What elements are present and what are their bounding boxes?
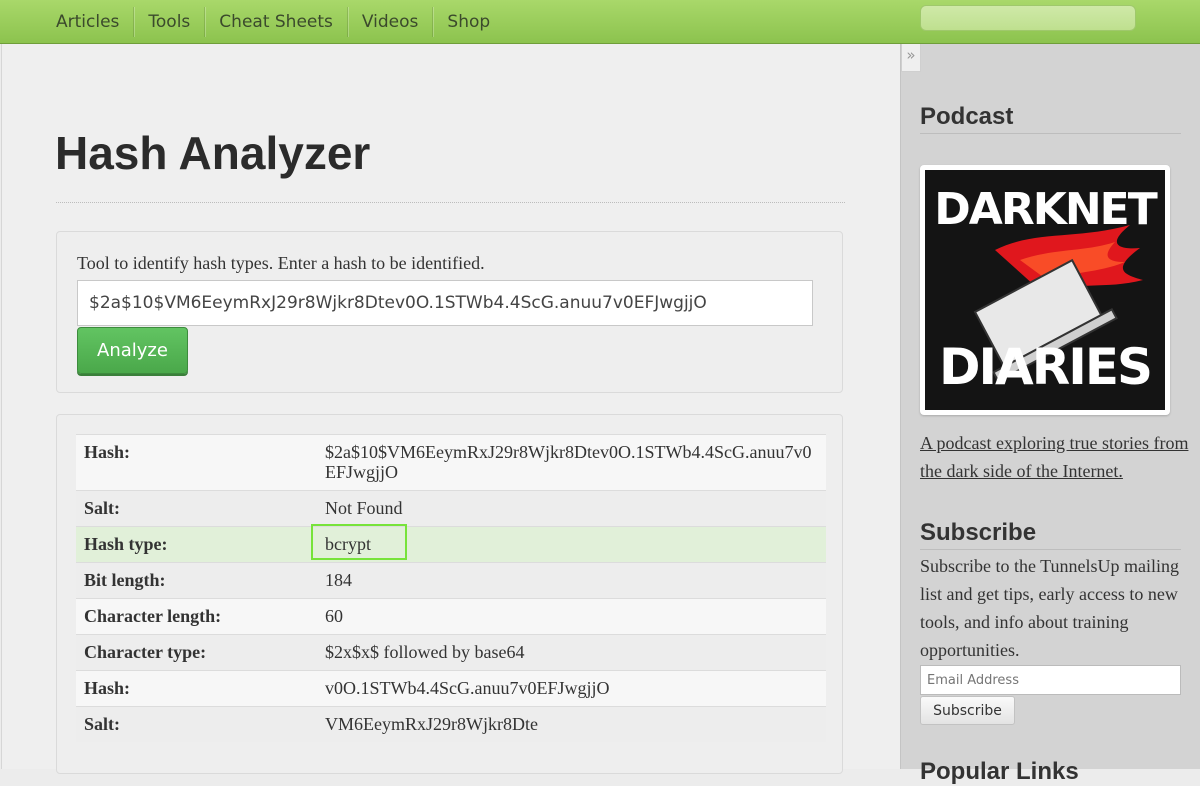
tool-description: Tool to identify hash types. Enter a has…: [77, 253, 485, 273]
row-label: Character length:: [76, 598, 317, 635]
table-row: Salt: VM6EeymRxJ29r8Wjkr8Dte: [76, 706, 826, 742]
row-label: Salt:: [76, 706, 317, 742]
row-value: v0O.1STWb4.4ScG.anuu7v0EFJwgjjO: [317, 670, 826, 707]
site-search-input[interactable]: [920, 5, 1136, 31]
results-panel: Hash: $2a$10$VM6EeymRxJ29r8Wjkr8Dtev0O.1…: [56, 414, 843, 774]
row-value: $2x$x$ followed by base64: [317, 634, 826, 671]
row-value: $2a$10$VM6EeymRxJ29r8Wjkr8Dtev0O.1STWb4.…: [325, 442, 812, 482]
podcast-heading: Podcast: [920, 103, 1181, 134]
podcast-logo: DARKNET DIARIES: [925, 170, 1165, 410]
nav-articles[interactable]: Articles: [42, 7, 135, 37]
nav-shop[interactable]: Shop: [433, 7, 504, 37]
row-label: Hash:: [76, 670, 317, 707]
main-nav: Articles Tools Cheat Sheets Videos Shop: [42, 7, 504, 37]
popular-links-heading: Popular Links: [920, 758, 1079, 785]
row-label: Hash:: [76, 434, 317, 491]
nav-cheat-sheets[interactable]: Cheat Sheets: [205, 7, 348, 37]
results-table: Hash: $2a$10$VM6EeymRxJ29r8Wjkr8Dtev0O.1…: [76, 434, 826, 742]
analyze-button[interactable]: Analyze: [77, 327, 188, 374]
title-divider: [56, 202, 845, 203]
nav-videos[interactable]: Videos: [348, 7, 434, 37]
row-value: 60: [317, 598, 826, 635]
table-row: Character type: $2x$x$ followed by base6…: [76, 634, 826, 671]
row-label: Salt:: [76, 490, 317, 527]
table-row: Hash: $2a$10$VM6EeymRxJ29r8Wjkr8Dtev0O.1…: [76, 434, 826, 491]
subscribe-button[interactable]: Subscribe: [920, 696, 1015, 725]
top-nav-bar: Articles Tools Cheat Sheets Videos Shop: [0, 0, 1200, 44]
table-row-hash-type: Hash type: bcrypt: [76, 526, 826, 563]
table-row: Salt: Not Found: [76, 490, 826, 527]
sidebar-collapse-icon[interactable]: »: [901, 44, 921, 72]
row-label: Hash type:: [76, 526, 317, 563]
table-row: Bit length: 184: [76, 562, 826, 599]
nav-tools[interactable]: Tools: [134, 7, 206, 37]
podcast-cover-image[interactable]: DARKNET DIARIES: [920, 165, 1170, 415]
hash-input[interactable]: [77, 280, 813, 326]
table-row: Character length: 60: [76, 598, 826, 635]
hash-form-panel: Tool to identify hash types. Enter a has…: [56, 231, 843, 393]
podcast-description-link[interactable]: A podcast exploring true stories from th…: [920, 429, 1190, 485]
row-value: Not Found: [317, 490, 826, 527]
row-value: VM6EeymRxJ29r8Wjkr8Dte: [317, 706, 826, 742]
page-title: Hash Analyzer: [55, 127, 371, 179]
hash-type-highlight-box: [311, 524, 407, 560]
table-row: Hash: v0O.1STWb4.4ScG.anuu7v0EFJwgjjO: [76, 670, 826, 707]
subscribe-heading: Subscribe: [920, 519, 1181, 550]
row-label: Character type:: [76, 634, 317, 671]
email-field[interactable]: [920, 665, 1181, 695]
subscribe-description: Subscribe to the TunnelsUp mailing list …: [920, 556, 1180, 660]
row-value: 184: [317, 562, 826, 599]
sidebar: » Podcast DARKNET DIARIES A podcast expl…: [900, 44, 1200, 785]
row-label: Bit length:: [76, 562, 317, 599]
podcast-logo-bottom-text: DIARIES: [938, 338, 1153, 396]
